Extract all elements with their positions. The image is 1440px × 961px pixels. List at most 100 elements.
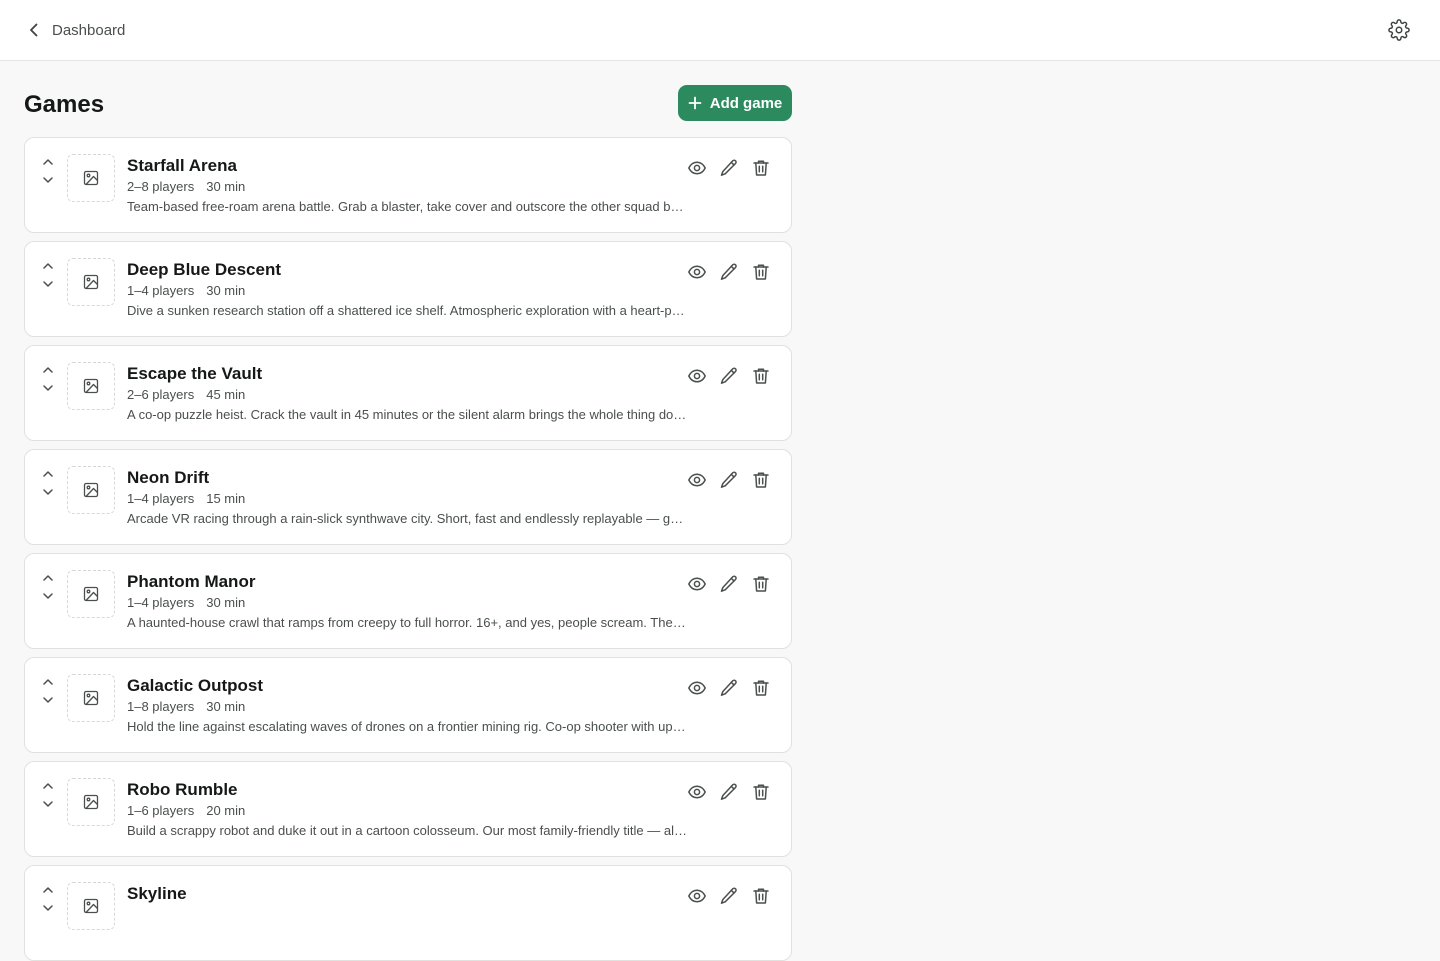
game-actions	[687, 886, 771, 906]
reorder-controls	[40, 778, 56, 814]
game-thumbnail-placeholder[interactable]	[67, 362, 115, 410]
move-up-button[interactable]	[40, 258, 56, 274]
edit-game-button[interactable]	[719, 574, 739, 594]
view-game-button[interactable]	[687, 886, 707, 906]
move-up-button[interactable]	[40, 882, 56, 898]
eye-icon	[688, 785, 706, 799]
game-card: Starfall Arena 2–8 players 30 min Team-ba…	[24, 137, 792, 233]
move-down-button[interactable]	[40, 276, 56, 292]
pencil-icon	[720, 783, 737, 800]
chevron-up-icon	[43, 575, 53, 581]
move-up-button[interactable]	[40, 466, 56, 482]
game-players: 1–6 players	[127, 803, 195, 818]
delete-game-button[interactable]	[751, 158, 771, 178]
edit-game-button[interactable]	[719, 158, 739, 178]
chevron-up-icon	[43, 887, 53, 893]
chevron-down-icon	[43, 801, 53, 807]
move-up-button[interactable]	[40, 674, 56, 690]
game-actions	[687, 262, 771, 282]
edit-game-button[interactable]	[719, 782, 739, 802]
game-actions	[687, 574, 771, 594]
view-game-button[interactable]	[687, 158, 707, 178]
game-description: A co-op puzzle heist. Crack the vault in…	[127, 407, 687, 422]
edit-game-button[interactable]	[719, 678, 739, 698]
game-meta: 2–8 players 30 min	[127, 178, 687, 196]
pencil-icon	[720, 263, 737, 280]
delete-game-button[interactable]	[751, 574, 771, 594]
move-down-button[interactable]	[40, 588, 56, 604]
edit-game-button[interactable]	[719, 470, 739, 490]
game-thumbnail-placeholder[interactable]	[67, 778, 115, 826]
chevron-up-icon	[43, 679, 53, 685]
view-game-button[interactable]	[687, 678, 707, 698]
move-up-button[interactable]	[40, 778, 56, 794]
move-down-button[interactable]	[40, 692, 56, 708]
game-card: Escape the Vault 2–6 players 45 min A co-…	[24, 345, 792, 441]
page-title: Games	[24, 91, 105, 118]
game-thumbnail-placeholder[interactable]	[67, 570, 115, 618]
game-thumbnail-placeholder[interactable]	[67, 674, 115, 722]
game-description: Hold the line against escalating waves o…	[127, 719, 687, 734]
chevron-down-icon	[43, 489, 53, 495]
view-game-button[interactable]	[687, 262, 707, 282]
pencil-icon	[720, 887, 737, 904]
game-thumbnail-placeholder[interactable]	[67, 466, 115, 514]
view-game-button[interactable]	[687, 574, 707, 594]
pencil-icon	[720, 159, 737, 176]
add-game-button[interactable]: Add game	[678, 85, 792, 121]
trash-icon	[753, 576, 769, 592]
game-duration: 30 min	[206, 179, 246, 194]
delete-game-button[interactable]	[751, 678, 771, 698]
game-actions	[687, 366, 771, 386]
game-actions	[687, 158, 771, 178]
game-thumbnail-placeholder[interactable]	[67, 154, 115, 202]
edit-game-button[interactable]	[719, 262, 739, 282]
edit-game-button[interactable]	[719, 366, 739, 386]
pencil-icon	[720, 471, 737, 488]
main-content: Games Add game Starfall Arena 2–8 player…	[24, 61, 792, 961]
image-icon	[83, 690, 99, 706]
image-icon	[83, 586, 99, 602]
game-thumbnail-placeholder[interactable]	[67, 882, 115, 930]
game-duration: 30 min	[206, 283, 246, 298]
move-up-button[interactable]	[40, 570, 56, 586]
eye-icon	[688, 681, 706, 695]
game-description: Team-based free-roam arena battle. Grab …	[127, 199, 687, 214]
move-down-button[interactable]	[40, 796, 56, 812]
game-thumbnail-placeholder[interactable]	[67, 258, 115, 306]
delete-game-button[interactable]	[751, 470, 771, 490]
delete-game-button[interactable]	[751, 886, 771, 906]
move-down-button[interactable]	[40, 380, 56, 396]
back-to-dashboard-link[interactable]: Dashboard	[24, 18, 125, 42]
gear-icon	[1388, 19, 1410, 41]
delete-game-button[interactable]	[751, 262, 771, 282]
game-info: Neon Drift 1–4 players 15 min Arcade VR r…	[127, 468, 687, 528]
move-up-button[interactable]	[40, 362, 56, 378]
chevron-up-icon	[43, 783, 53, 789]
game-info: Robo Rumble 1–6 players 20 min Build a sc…	[127, 780, 687, 840]
game-description: Arcade VR racing through a rain-slick sy…	[127, 511, 687, 526]
move-up-button[interactable]	[40, 154, 56, 170]
game-info: Galactic Outpost 1–8 players 30 min Hold …	[127, 676, 687, 736]
delete-game-button[interactable]	[751, 366, 771, 386]
view-game-button[interactable]	[687, 470, 707, 490]
game-players: 2–8 players	[127, 179, 195, 194]
page-header: Games Add game	[24, 61, 792, 137]
settings-button[interactable]	[1388, 19, 1410, 41]
delete-game-button[interactable]	[751, 782, 771, 802]
move-down-button[interactable]	[40, 900, 56, 916]
trash-icon	[753, 368, 769, 384]
reorder-controls	[40, 362, 56, 398]
back-label: Dashboard	[52, 21, 126, 39]
game-meta: 1–4 players 15 min	[127, 490, 687, 508]
image-icon	[83, 274, 99, 290]
game-players: 1–4 players	[127, 283, 195, 298]
edit-game-button[interactable]	[719, 886, 739, 906]
reorder-controls	[40, 570, 56, 606]
move-down-button[interactable]	[40, 172, 56, 188]
view-game-button[interactable]	[687, 782, 707, 802]
eye-icon	[688, 369, 706, 383]
reorder-controls	[40, 882, 56, 918]
move-down-button[interactable]	[40, 484, 56, 500]
view-game-button[interactable]	[687, 366, 707, 386]
